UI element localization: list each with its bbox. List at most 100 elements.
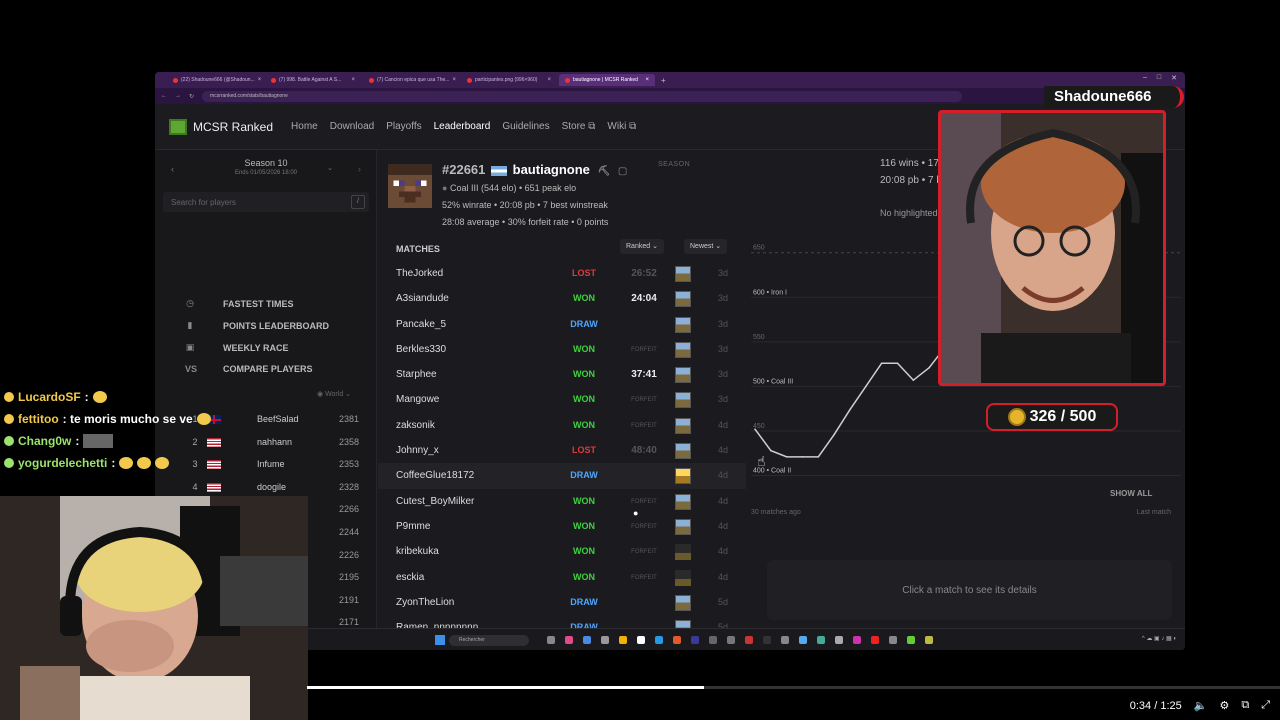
windows-start-icon[interactable] [435, 635, 445, 645]
video-progress-bar[interactable] [307, 686, 1280, 689]
browser-tab[interactable]: participantes.png (996×960) × [461, 74, 557, 86]
browser-tab[interactable]: (22) Shadoune666 (@Shadoun... × [167, 74, 263, 86]
taskbar-app-icon[interactable] [745, 636, 753, 644]
nav-link[interactable]: Playoffs [386, 121, 421, 132]
back-icon[interactable]: ← [161, 93, 167, 99]
elo-data-point[interactable] [754, 428, 756, 430]
url-field[interactable]: mcsrranked.com/stats/bautiagnone [202, 90, 963, 102]
nav-link[interactable]: Wiki ⧉ [607, 121, 636, 132]
match-row[interactable]: Johnny_x LOST 48:40 4d [378, 438, 746, 463]
minimize-icon[interactable]: – [1143, 74, 1147, 82]
browser-tab[interactable]: (7) Cancion epica que usa The... × [363, 74, 459, 86]
elo-data-point[interactable] [880, 362, 883, 365]
chat-username[interactable]: LucardoSF [18, 390, 81, 404]
taskbar-app-icon[interactable] [853, 636, 861, 644]
tab-close-icon[interactable]: × [351, 77, 355, 83]
elo-data-point[interactable] [770, 449, 772, 452]
taskbar-app-icon[interactable] [565, 636, 573, 644]
match-row[interactable]: esckia WON FORFEIT 4d [378, 565, 746, 590]
taskbar-app-icon[interactable] [727, 636, 735, 644]
nav-link[interactable]: Download [330, 121, 374, 132]
chat-username[interactable]: yogurdelechetti [18, 456, 107, 470]
volume-icon[interactable]: 🔈 [1194, 699, 1208, 712]
match-sort-filter[interactable]: Newest ⌄ [684, 239, 728, 254]
region-filter[interactable]: ◉ World ⌄ [317, 390, 351, 398]
elo-data-point[interactable] [896, 362, 899, 365]
reload-icon[interactable]: ↻ [189, 93, 194, 100]
leaderboard-row[interactable]: 4 doogile 2328 [155, 476, 377, 499]
chevron-right-icon[interactable]: › [358, 164, 361, 174]
taskbar-app-icon[interactable] [601, 636, 609, 644]
elo-data-point[interactable] [865, 385, 867, 388]
taskbar-app-icon[interactable] [547, 636, 555, 644]
taskbar-app-icon[interactable] [673, 636, 681, 644]
match-row[interactable]: Starphee WON 37:41 3d [378, 362, 746, 387]
tab-close-icon[interactable]: × [645, 77, 649, 83]
nav-link[interactable]: Leaderboard [434, 121, 491, 132]
maximize-icon[interactable]: □ [1157, 74, 1161, 82]
taskbar-app-icon[interactable] [907, 636, 915, 644]
taskbar-app-icon[interactable] [871, 636, 879, 644]
player-search-input[interactable]: Search for players / [163, 192, 369, 212]
match-row[interactable]: kribekuka WON FORFEIT 4d [378, 539, 746, 564]
twitch-icon[interactable]: ▢ [618, 166, 627, 177]
taskbar-app-icon[interactable] [655, 636, 663, 644]
taskbar-app-icon[interactable] [835, 636, 843, 644]
match-row[interactable]: TheJorked LOST 26:52 3d [378, 261, 746, 286]
elo-data-point[interactable] [912, 379, 915, 381]
fullscreen-icon[interactable]: ⤢ [1261, 699, 1270, 712]
match-row[interactable]: zaksonik WON FORFEIT 4d [378, 413, 746, 438]
sidebar-menu-item[interactable]: VS COMPARE PLAYERS [185, 364, 313, 374]
sidebar-menu-item[interactable]: ▣ WEEKLY RACE [185, 342, 289, 353]
chat-username[interactable]: Chang0w [18, 434, 71, 448]
taskbar-app-icon[interactable] [763, 636, 771, 644]
taskbar-app-icon[interactable] [781, 636, 789, 644]
elo-data-point[interactable] [833, 433, 835, 436]
match-row[interactable]: Cutest_BoyMilker WON FORFEIT 4d [378, 489, 746, 514]
sidebar-menu-item[interactable]: ▮ POINTS LEADERBOARD [185, 320, 330, 331]
season-selector[interactable]: ‹ Season 10 Ends 01/05/2026 18:00 ⌄ › [155, 158, 377, 176]
match-row[interactable]: ZyonTheLion DRAW 5d [378, 590, 746, 615]
taskbar-app-icon[interactable] [583, 636, 591, 644]
match-row[interactable]: P9mme WON FORFEIT 4d [378, 514, 746, 539]
close-icon[interactable]: ✕ [1171, 74, 1177, 82]
sidebar-menu-item[interactable]: ◷ FASTEST TIMES [185, 298, 293, 309]
chevron-down-icon[interactable]: ⌄ [327, 164, 333, 172]
settings-icon[interactable]: ⚙ [1219, 699, 1229, 712]
match-row[interactable]: Pancake_5 DRAW 3d [378, 312, 746, 337]
taskbar-app-icon[interactable] [709, 636, 717, 644]
match-type-filter[interactable]: Ranked ⌄ [620, 239, 664, 254]
show-all-button[interactable]: SHOW ALL [1110, 489, 1152, 498]
browser-tab[interactable]: bautiagnone | MCSR Ranked × [559, 74, 655, 86]
taskbar-app-icon[interactable] [799, 636, 807, 644]
clip-icon[interactable]: ⧉ [1241, 699, 1249, 712]
taskbar-app-icon[interactable] [691, 636, 699, 644]
nav-link[interactable]: Home [291, 121, 318, 132]
elo-data-point[interactable] [785, 456, 788, 458]
nav-link[interactable]: Guidelines [502, 121, 549, 132]
forward-icon[interactable]: → [175, 93, 181, 99]
taskbar-app-icon[interactable] [889, 636, 897, 644]
tab-close-icon[interactable]: × [452, 77, 456, 83]
elo-data-point[interactable] [928, 366, 930, 369]
elo-data-point[interactable] [849, 408, 851, 411]
browser-tab[interactable]: (7) 998. Battle Against A S... × [265, 74, 361, 86]
match-row[interactable]: Mangowe WON FORFEIT 3d [378, 387, 746, 412]
chevron-left-icon[interactable]: ‹ [171, 164, 174, 174]
taskbar-search[interactable]: Rechercher [449, 635, 529, 646]
taskbar-app-icon[interactable] [925, 636, 933, 644]
site-logo[interactable]: MCSR Ranked [169, 118, 273, 135]
nav-link[interactable]: Store ⧉ [562, 121, 596, 132]
taskbar-app-icon[interactable] [619, 636, 627, 644]
elo-data-point[interactable] [801, 456, 804, 458]
taskbar-app-icon[interactable] [637, 636, 645, 644]
tab-close-icon[interactable]: × [258, 77, 262, 83]
match-row[interactable]: Berkles330 WON FORFEIT 3d [378, 337, 746, 362]
tab-close-icon[interactable]: × [547, 77, 551, 83]
match-row[interactable]: CoffeeGlue18172 DRAW 4d [378, 463, 746, 489]
elo-data-point[interactable] [817, 456, 820, 458]
match-row[interactable]: A3siandude WON 24:04 3d [378, 286, 746, 311]
chat-username[interactable]: fettitoo [18, 412, 59, 426]
new-tab-icon[interactable]: + [661, 76, 666, 85]
taskbar-app-icon[interactable] [817, 636, 825, 644]
